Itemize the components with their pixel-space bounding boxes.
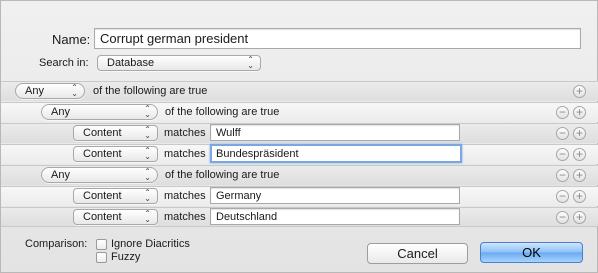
group-text: of the following are true: [165, 106, 280, 118]
plus-icon: +: [575, 210, 583, 224]
operator-text: matches: [164, 211, 206, 223]
ignore-diacritics-checkbox[interactable]: [96, 239, 107, 250]
criterion-value: Deutschland: [216, 210, 278, 223]
quantifier-popup[interactable]: Any ⌃ ⌄: [41, 167, 158, 183]
add-row-button[interactable]: +: [573, 106, 586, 119]
smart-group-editor-sheet: Name: Corrupt german president Search in…: [0, 0, 598, 273]
quantifier-popup[interactable]: Any ⌃ ⌄: [15, 83, 85, 99]
criteria-row: [1, 81, 598, 101]
add-row-button[interactable]: +: [573, 127, 586, 140]
fuzzy-label: Fuzzy: [111, 251, 141, 263]
plus-icon: +: [575, 189, 583, 203]
field-value: Content: [83, 190, 122, 202]
add-row-button[interactable]: +: [573, 148, 586, 161]
popup-arrows-icon: ⌃ ⌄: [144, 125, 151, 140]
remove-row-button[interactable]: −: [556, 106, 569, 119]
popup-arrows-icon: ⌃ ⌄: [144, 104, 151, 119]
operator-text: matches: [164, 190, 206, 202]
criterion-value-field[interactable]: Bundespräsident: [210, 144, 462, 163]
plus-icon: +: [575, 126, 583, 140]
ok-button[interactable]: OK: [480, 242, 583, 263]
add-row-button[interactable]: +: [573, 211, 586, 224]
popup-arrows-icon: ⌃ ⌄: [144, 188, 151, 203]
minus-icon: −: [558, 168, 566, 182]
popup-arrows-icon: ⌃ ⌄: [247, 55, 254, 70]
criterion-value-field[interactable]: Wulff: [210, 124, 460, 141]
criterion-value-field[interactable]: Deutschland: [210, 208, 460, 225]
group-text: of the following are true: [93, 85, 208, 97]
field-value: Content: [83, 148, 122, 160]
cancel-button[interactable]: Cancel: [367, 243, 468, 264]
plus-icon: +: [575, 147, 583, 161]
plus-icon: +: [575, 168, 583, 182]
field-popup[interactable]: Content ⌃ ⌄: [73, 125, 158, 141]
popup-arrows-icon: ⌃ ⌄: [71, 83, 78, 98]
minus-icon: −: [558, 105, 566, 119]
cancel-label: Cancel: [397, 246, 438, 261]
field-value: Content: [83, 127, 122, 139]
comparison-label: Comparison:: [25, 238, 88, 250]
minus-icon: −: [558, 189, 566, 203]
field-popup[interactable]: Content ⌃ ⌄: [73, 188, 158, 204]
operator-text: matches: [164, 127, 206, 139]
group-text: of the following are true: [165, 169, 280, 181]
criterion-value: Bundespräsident: [216, 147, 299, 160]
ok-label: OK: [522, 245, 541, 260]
plus-icon: +: [575, 84, 583, 98]
minus-icon: −: [558, 210, 566, 224]
operator-text: matches: [164, 148, 206, 160]
name-label: Name:: [52, 32, 91, 47]
ignore-diacritics-label: Ignore Diacritics: [111, 238, 190, 250]
criterion-value: Wulff: [216, 126, 241, 139]
popup-arrows-icon: ⌃ ⌄: [144, 209, 151, 224]
quantifier-value: Any: [25, 85, 44, 97]
criterion-value-field[interactable]: Germany: [210, 187, 460, 204]
search-in-popup[interactable]: Database ⌃ ⌄: [97, 55, 261, 71]
fuzzy-checkbox[interactable]: [96, 252, 107, 263]
name-field-value: Corrupt german president: [100, 31, 249, 46]
minus-icon: −: [558, 147, 566, 161]
field-popup[interactable]: Content ⌃ ⌄: [73, 146, 158, 162]
field-popup[interactable]: Content ⌃ ⌄: [73, 209, 158, 225]
remove-row-button[interactable]: −: [556, 190, 569, 203]
field-value: Content: [83, 211, 122, 223]
quantifier-value: Any: [51, 106, 70, 118]
quantifier-popup[interactable]: Any ⌃ ⌄: [41, 104, 158, 120]
search-in-value: Database: [107, 57, 155, 69]
remove-row-button[interactable]: −: [556, 148, 569, 161]
add-row-button[interactable]: +: [573, 190, 586, 203]
name-field[interactable]: Corrupt german president: [94, 28, 581, 49]
remove-row-button[interactable]: −: [556, 127, 569, 140]
search-in-label: Search in:: [39, 57, 89, 69]
add-row-button[interactable]: +: [573, 169, 586, 182]
remove-row-button[interactable]: −: [556, 169, 569, 182]
minus-icon: −: [558, 126, 566, 140]
add-row-button[interactable]: +: [573, 85, 586, 98]
criterion-value: Germany: [216, 189, 262, 202]
popup-arrows-icon: ⌃ ⌄: [144, 167, 151, 182]
quantifier-value: Any: [51, 169, 70, 181]
remove-row-button[interactable]: −: [556, 211, 569, 224]
plus-icon: +: [575, 105, 583, 119]
popup-arrows-icon: ⌃ ⌄: [144, 146, 151, 161]
